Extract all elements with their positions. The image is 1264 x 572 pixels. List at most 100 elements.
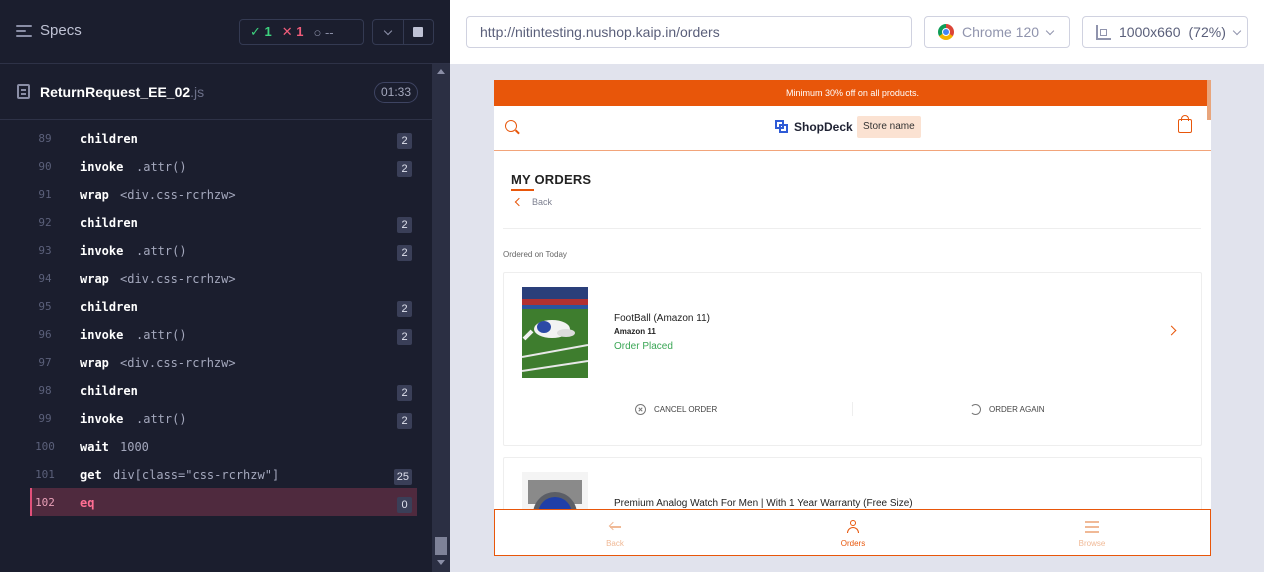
runner-header: Specs ✓ 1 ✕ 1 ○ -- (0, 0, 450, 64)
pending-count: ○ -- (313, 24, 334, 40)
store-name-badge: Store name (857, 116, 921, 138)
nav-orders[interactable]: Orders (823, 510, 883, 555)
command-name: invoke (80, 160, 124, 174)
scroll-up-arrow-icon[interactable] (437, 69, 445, 74)
command-log-scrollbar[interactable] (432, 64, 450, 572)
command-row[interactable]: 89 children 2 (30, 124, 417, 152)
command-row[interactable]: 93 invoke .attr() 2 (30, 236, 417, 264)
command-name: get (80, 468, 102, 482)
refresh-icon (970, 403, 981, 415)
promo-banner: Minimum 30% off on all products. (494, 80, 1211, 106)
search-icon[interactable] (505, 120, 517, 132)
command-name: children (80, 132, 138, 146)
command-number: 101 (35, 468, 55, 481)
command-row[interactable]: 97 wrap <div.css-rcrhzw> (30, 348, 417, 376)
command-name: children (80, 216, 138, 230)
command-message: <div.css-rcrhzw> (120, 188, 236, 202)
command-row[interactable]: 98 children 2 (30, 376, 417, 404)
viewport-selector[interactable]: 1000x660 (72%) (1082, 16, 1248, 48)
spec-file-name: ReturnRequest_EE_02.js (40, 84, 205, 100)
title-underline (511, 189, 534, 191)
command-row[interactable]: 99 invoke .attr() 2 (30, 404, 417, 432)
command-name: wrap (80, 188, 109, 202)
element-count-badge: 2 (397, 217, 412, 233)
test-stats: ✓ 1 ✕ 1 ○ -- (239, 19, 364, 45)
command-row[interactable]: 101 get div[class="css-rcrhzw"] 25 (30, 460, 417, 488)
store-header: ShopDeck Store name (494, 106, 1211, 151)
command-row[interactable]: 91 wrap <div.css-rcrhzw> (30, 180, 417, 208)
viewport-icon (1096, 24, 1111, 40)
divider (503, 228, 1201, 229)
order-status: Order Placed (614, 341, 673, 352)
order-actions: CANCEL ORDER ORDER AGAIN (504, 397, 1203, 421)
cart-icon[interactable] (1178, 115, 1192, 133)
browser-selector[interactable]: Chrome 120 (924, 16, 1070, 48)
nav-back[interactable]: Back (585, 510, 645, 555)
url-bar[interactable]: http://nitintesting.nushop.kaip.in/order… (466, 16, 912, 48)
command-number: 90 (38, 160, 52, 173)
spec-duration: 01:33 (374, 82, 419, 103)
command-message: .attr() (136, 244, 187, 258)
shopdeck-logo[interactable]: ShopDeck (775, 120, 853, 134)
command-message: <div.css-rcrhzw> (120, 356, 236, 370)
command-row[interactable]: 90 invoke .attr() 2 (30, 152, 417, 180)
command-name: children (80, 300, 138, 314)
collapse-button[interactable] (373, 20, 403, 44)
element-count-badge: 2 (397, 385, 412, 401)
command-row[interactable]: 100 wait 1000 (30, 432, 417, 460)
chevron-right-icon[interactable] (1166, 325, 1177, 336)
user-icon (847, 520, 859, 534)
command-name: invoke (80, 244, 124, 258)
specs-label: Specs (40, 22, 82, 39)
command-row[interactable]: 92 children 2 (30, 208, 417, 236)
aut-header: http://nitintesting.nushop.kaip.in/order… (450, 0, 1264, 64)
command-name: eq (80, 496, 95, 510)
order-card[interactable]: FootBall (Amazon 11) Amazon 11 Order Pla… (503, 272, 1202, 446)
command-row[interactable]: 95 children 2 (30, 292, 417, 320)
failed-count: ✕ 1 (281, 24, 304, 39)
browser-label: Chrome 120 (962, 24, 1040, 40)
chevron-down-icon (383, 26, 392, 35)
test-runner-panel: Specs ✓ 1 ✕ 1 ○ -- ReturnRequest_EE_02.j… (0, 0, 450, 572)
command-message: .attr() (136, 328, 187, 342)
viewport-size: 1000x660 (1119, 24, 1181, 40)
back-link[interactable]: Back (514, 197, 552, 207)
arrow-left-icon (608, 521, 621, 532)
command-row[interactable]: 96 invoke .attr() 2 (30, 320, 417, 348)
command-number: 92 (38, 216, 52, 229)
command-name: invoke (80, 412, 124, 426)
runner-controls (372, 19, 434, 45)
cancel-order-button[interactable]: CANCEL ORDER (635, 397, 717, 421)
chevron-left-icon (514, 197, 524, 207)
scrollbar-thumb[interactable] (435, 537, 447, 555)
command-name: wrap (80, 356, 109, 370)
command-row-active[interactable]: 102 eq 0 (30, 488, 417, 516)
command-row[interactable]: 94 wrap <div.css-rcrhzw> (30, 264, 417, 292)
order-card[interactable]: Premium Analog Watch For Men | With 1 Ye… (503, 457, 1202, 517)
order-date-label: Ordered on Today (503, 250, 567, 259)
command-message: div[class="css-rcrhzw"] (113, 468, 280, 482)
product-name: Premium Analog Watch For Men | With 1 Ye… (614, 498, 913, 509)
nav-browse[interactable]: Browse (1062, 510, 1122, 555)
command-number: 93 (38, 244, 52, 257)
element-count-badge: 2 (397, 413, 412, 429)
stop-button[interactable] (402, 20, 434, 44)
order-again-button[interactable]: ORDER AGAIN (970, 397, 1045, 421)
viewport-scale: (72%) (1188, 24, 1226, 40)
spec-file-row[interactable]: ReturnRequest_EE_02.js 01:33 (0, 64, 432, 120)
scroll-down-arrow-icon[interactable] (437, 560, 445, 565)
passed-count: ✓ 1 (250, 24, 272, 39)
command-name: wrap (80, 272, 109, 286)
command-message: 1000 (120, 440, 149, 454)
command-number: 102 (35, 496, 55, 509)
element-count-badge: 2 (397, 133, 412, 149)
file-icon (17, 84, 30, 99)
specs-menu-icon (16, 24, 32, 38)
specs-button[interactable]: Specs (16, 22, 82, 39)
command-number: 94 (38, 272, 52, 285)
page-title: MY ORDERS (511, 172, 592, 187)
command-message: .attr() (136, 160, 187, 174)
command-name: wait (80, 440, 109, 454)
element-count-badge: 25 (393, 469, 412, 485)
command-number: 99 (38, 412, 52, 425)
